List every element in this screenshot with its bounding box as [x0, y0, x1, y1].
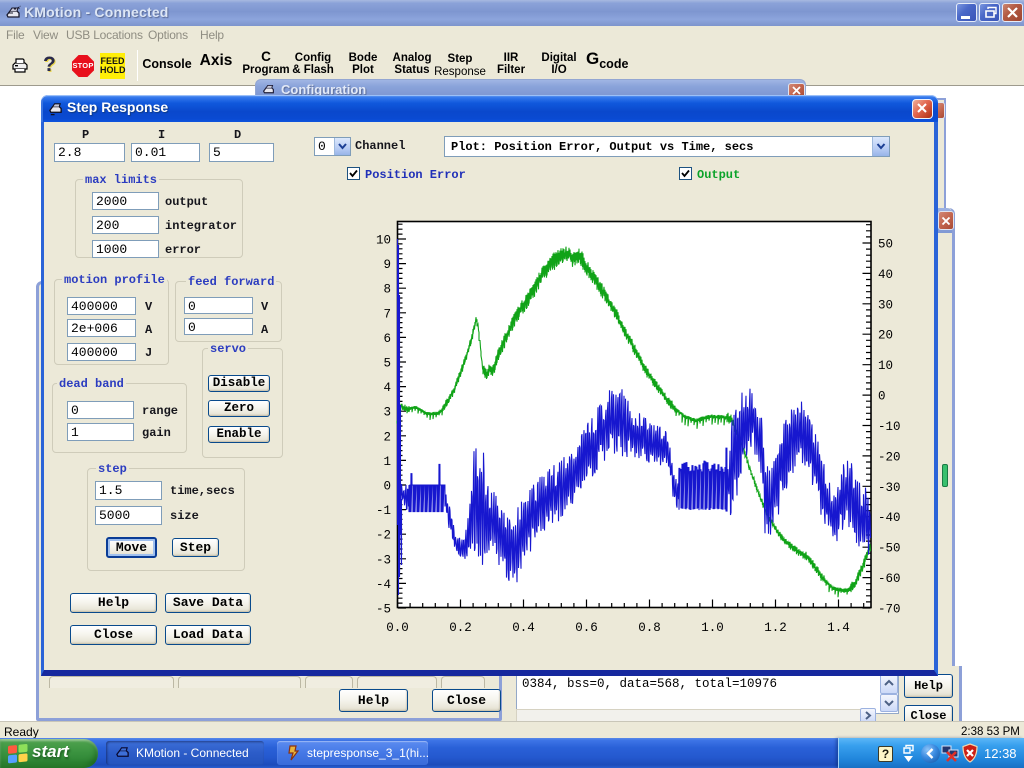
svg-text:-5: -5	[376, 603, 391, 617]
svg-text:50: 50	[878, 238, 893, 252]
svg-text:-40: -40	[878, 511, 901, 525]
svg-text:-70: -70	[878, 603, 901, 617]
svg-text:0.8: 0.8	[638, 621, 661, 635]
svg-text:6: 6	[383, 332, 391, 346]
svg-text:40: 40	[878, 268, 893, 282]
svg-text:3: 3	[383, 406, 391, 420]
svg-text:10: 10	[376, 234, 391, 248]
svg-text:1.0: 1.0	[701, 621, 724, 635]
svg-text:1.2: 1.2	[764, 621, 787, 635]
svg-text:8: 8	[383, 283, 391, 297]
svg-text:10: 10	[878, 359, 893, 373]
svg-text:-1: -1	[376, 504, 391, 518]
svg-text:0.4: 0.4	[512, 621, 535, 635]
svg-text:9: 9	[383, 258, 391, 272]
svg-text:1.4: 1.4	[827, 621, 850, 635]
svg-text:1: 1	[383, 455, 391, 469]
svg-text:0.6: 0.6	[575, 621, 598, 635]
svg-text:4: 4	[383, 381, 391, 395]
svg-text:2: 2	[383, 430, 391, 444]
svg-text:-30: -30	[878, 481, 901, 495]
svg-text:20: 20	[878, 329, 893, 343]
svg-text:-2: -2	[376, 529, 391, 543]
svg-text:-50: -50	[878, 542, 901, 556]
svg-text:-10: -10	[878, 420, 901, 434]
svg-text:0.2: 0.2	[449, 621, 472, 635]
svg-text:5: 5	[383, 357, 391, 371]
svg-text:7: 7	[383, 307, 391, 321]
svg-text:-3: -3	[376, 553, 391, 567]
svg-text:0: 0	[878, 390, 886, 404]
svg-text:30: 30	[878, 298, 893, 312]
svg-text:0: 0	[383, 480, 391, 494]
svg-text:-4: -4	[376, 578, 391, 592]
svg-text:0.0: 0.0	[386, 621, 409, 635]
svg-text:-20: -20	[878, 450, 901, 464]
svg-text:-60: -60	[878, 572, 901, 586]
